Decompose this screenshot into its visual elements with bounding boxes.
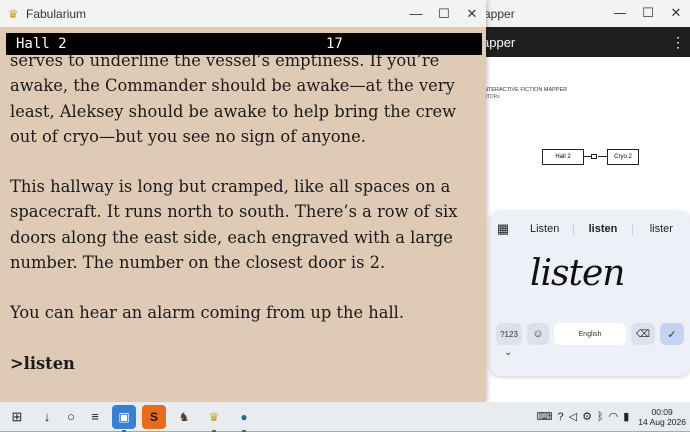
status-bar: Hall 2 17 bbox=[6, 33, 482, 55]
clock-time: 00:09 bbox=[651, 406, 673, 417]
map-canvas[interactable]: NTERACTIVE FICTION MAPPER uTORx Hall 2 C… bbox=[478, 57, 690, 237]
suggestion-3[interactable]: lister bbox=[633, 223, 690, 235]
menu-lines-icon[interactable]: ≡ bbox=[84, 406, 106, 428]
bluetooth-icon[interactable]: ᛒ bbox=[597, 411, 604, 423]
more-vert-icon[interactable]: ⋮ bbox=[666, 34, 690, 51]
status-location: Hall 2 bbox=[16, 36, 67, 52]
numbers-key[interactable]: ?123 bbox=[496, 323, 522, 345]
language-key[interactable]: English bbox=[554, 323, 626, 345]
settings-icon[interactable]: ⚙ bbox=[582, 410, 592, 423]
grid-launcher-icon[interactable]: ⊞ bbox=[6, 406, 28, 428]
mapper-window-title: apper bbox=[484, 6, 515, 21]
close-icon[interactable]: ✕ bbox=[458, 6, 486, 22]
story-paragraph: serves to underline the vessel’s emptine… bbox=[10, 51, 457, 146]
story-paragraph: You can hear an alarm coming from up the… bbox=[10, 303, 405, 323]
enter-check-icon[interactable]: ✓ bbox=[660, 323, 684, 345]
map-room-cryo-2[interactable]: Cryo 2 bbox=[607, 149, 639, 165]
map-connection bbox=[598, 156, 607, 157]
wifi-icon[interactable]: ◠ bbox=[609, 410, 619, 423]
map-connection bbox=[583, 156, 591, 157]
handwriting-area[interactable]: listen bbox=[490, 247, 690, 321]
emoji-icon[interactable]: ☺ bbox=[527, 323, 549, 345]
map-title: NTERACTIVE FICTION MAPPER bbox=[484, 87, 568, 93]
crown-app-icon[interactable]: ♛ bbox=[202, 405, 226, 432]
suggestion-2[interactable]: listen bbox=[573, 223, 633, 235]
keyboard-bottom-row: ?123 ☺ English ⌫ ✓ bbox=[490, 321, 690, 347]
home-circle-icon[interactable]: ○ bbox=[60, 406, 82, 428]
back-arrow-icon[interactable]: ↓ bbox=[36, 406, 58, 428]
horse-app-icon[interactable]: ♞ bbox=[172, 405, 196, 429]
fabularium-titlebar[interactable]: ♛ Fabularium — ☐ ✕ bbox=[0, 0, 486, 27]
map-room-hall-2[interactable]: Hall 2 bbox=[542, 149, 584, 165]
globe-app-icon[interactable]: ● bbox=[232, 405, 256, 432]
file-manager-icon[interactable]: ▣ bbox=[112, 404, 136, 432]
command-prompt[interactable]: >listen bbox=[10, 351, 480, 376]
crown-icon: ♛ bbox=[7, 6, 19, 21]
taskbar: ⊞ ↓ ○ ≡ ▣ S ♞ ♛ ● ⌨ ? ◁ ⚙ ᛒ ◠ ▮ 00:09 14… bbox=[0, 402, 690, 432]
apps-grid-icon[interactable]: ▦ bbox=[490, 221, 516, 237]
map-subtitle: uTORx bbox=[484, 94, 500, 100]
clock[interactable]: 00:09 14 Aug 2026 bbox=[638, 407, 686, 427]
fabularium-window: ♛ Fabularium — ☐ ✕ serves to underline t… bbox=[0, 0, 486, 402]
maximize-icon[interactable]: ☐ bbox=[430, 6, 458, 22]
s-app-icon[interactable]: S bbox=[142, 404, 166, 429]
maximize-icon[interactable]: ☐ bbox=[634, 6, 662, 21]
minimize-icon[interactable]: — bbox=[402, 6, 430, 21]
fabularium-window-title: Fabularium bbox=[26, 6, 87, 21]
handwriting-keyboard: ▦ Listen listen lister listen ?123 ☺ Eng… bbox=[490, 211, 690, 376]
story-transcript[interactable]: serves to underline the vessel’s emptine… bbox=[10, 48, 480, 401]
story-paragraph: This hallway is long but cramped, like a… bbox=[10, 177, 458, 273]
backspace-icon[interactable]: ⌫ bbox=[631, 323, 655, 345]
clock-date: 14 Aug 2026 bbox=[638, 416, 686, 427]
handwriting-ink: listen bbox=[530, 253, 625, 294]
mapper-appbar: apper ⋮ bbox=[478, 27, 690, 57]
close-icon[interactable]: ✕ bbox=[662, 6, 690, 21]
status-moves: 17 bbox=[326, 36, 343, 52]
help-icon[interactable]: ? bbox=[558, 411, 564, 423]
battery-icon[interactable]: ▮ bbox=[623, 410, 629, 423]
map-connector-node bbox=[591, 154, 597, 159]
mapper-appbar-title: apper bbox=[482, 34, 516, 50]
minimize-icon[interactable]: — bbox=[606, 6, 634, 21]
mapper-titlebar[interactable]: apper — ☐ ✕ bbox=[478, 0, 690, 27]
suggestion-bar: ▦ Listen listen lister bbox=[490, 211, 690, 247]
volume-icon[interactable]: ◁ bbox=[569, 410, 577, 423]
suggestion-1[interactable]: Listen bbox=[516, 223, 573, 235]
chevron-down-icon[interactable]: ⌄ bbox=[490, 347, 690, 365]
system-tray: ⌨ ? ◁ ⚙ ᛒ ◠ ▮ 00:09 14 Aug 2026 bbox=[537, 402, 686, 431]
keyboard-icon[interactable]: ⌨ bbox=[537, 410, 553, 423]
